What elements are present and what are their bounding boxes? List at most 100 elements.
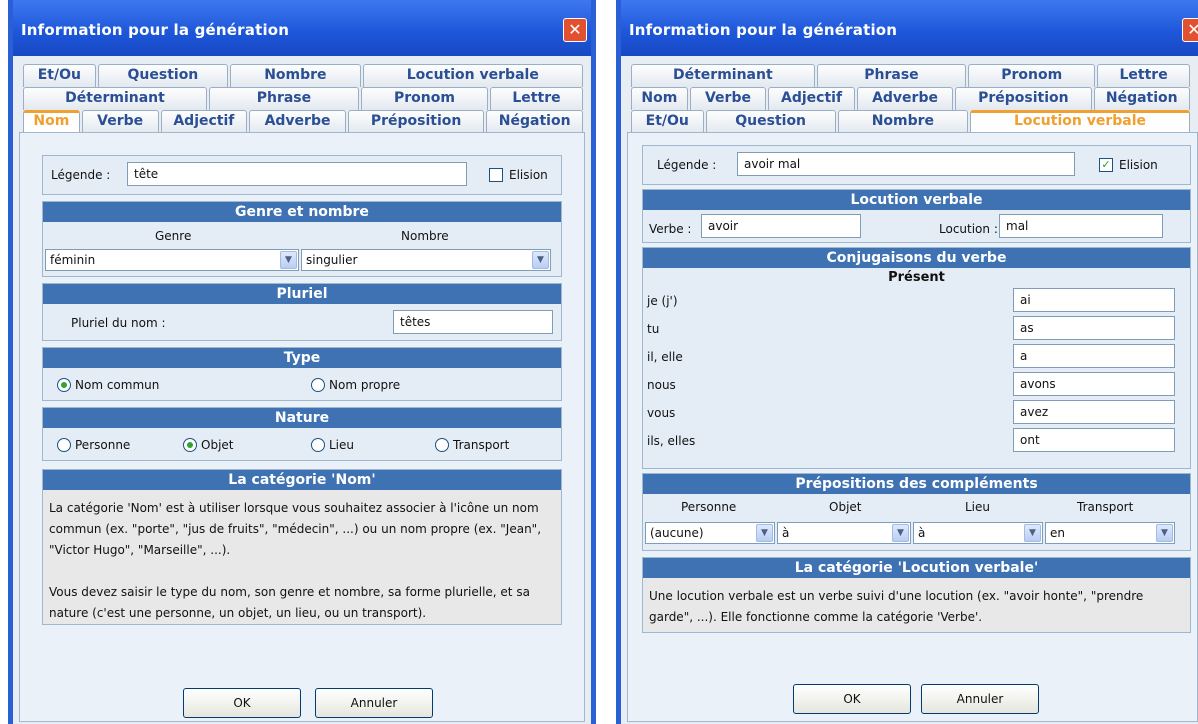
chevron-down-icon[interactable]: ▼ [280,251,297,269]
tab-verbe[interactable]: Verbe [81,110,159,133]
elision-checkbox[interactable] [489,168,503,182]
verbe-label: Verbe : [649,222,692,236]
tab-preposition[interactable]: Préposition [955,87,1092,110]
tab-locution-verbale[interactable]: Locution verbale [362,64,583,87]
description-paragraph-2: Vous devez saisir le type du nom, son ge… [49,585,530,620]
tab-et-ou[interactable]: Et/Ou [631,110,704,133]
conjugation-input[interactable]: as [1013,316,1175,340]
tab-et-ou[interactable]: Et/Ou [23,64,96,87]
legende-input[interactable]: tête [127,162,467,186]
tab-adjectif[interactable]: Adjectif [768,87,855,110]
tab-panel: Légende : tête Elision Genre et nombre G… [19,132,585,722]
dialog-title: Information pour la génération [21,21,290,39]
legende-box: Légende : avoir mal ✓ Elision [642,145,1191,185]
tab-verbe[interactable]: Verbe [689,87,767,110]
chevron-down-icon[interactable]: ▼ [1024,524,1041,542]
title-bar[interactable]: Information pour la génération ✕ [621,0,1198,56]
personne-radio[interactable] [57,438,71,452]
chevron-down-icon[interactable]: ▼ [532,251,549,269]
elision-label: Elision [509,168,548,182]
tab-nombre[interactable]: Nombre [230,64,361,87]
conjugation-input[interactable]: avez [1013,400,1175,424]
tab-phrase[interactable]: Phrase [816,64,967,87]
conjugation-input[interactable]: ont [1013,428,1175,452]
chevron-down-icon[interactable]: ▼ [1156,524,1173,542]
nom-propre-radio[interactable] [311,378,325,392]
nom-commun-radio[interactable] [57,378,71,392]
conjugaisons-header: Conjugaisons du verbe [643,248,1190,268]
category-box: La catégorie 'Locution verbale' Une locu… [642,557,1191,633]
tab-determinant[interactable]: Déterminant [23,87,207,110]
legende-input[interactable]: avoir mal [737,152,1075,176]
tab-question[interactable]: Question [705,110,836,133]
pluriel-input[interactable]: têtes [393,310,553,334]
tab-negation[interactable]: Négation [486,110,583,133]
tab-question[interactable]: Question [97,64,229,87]
prep-personne-select[interactable]: (aucune) ▼ [645,522,775,544]
tab-nom[interactable]: Nom [23,110,80,133]
tab-phrase[interactable]: Phrase [209,87,359,110]
category-description: Une locution verbale est un verbe suivi … [643,578,1190,632]
tab-adjectif[interactable]: Adjectif [160,110,248,133]
cancel-button[interactable]: Annuler [921,684,1039,714]
transport-label: Transport [453,438,510,452]
ok-button[interactable]: OK [793,684,911,714]
chevron-down-icon[interactable]: ▼ [756,524,773,542]
dialog-nom: Information pour la génération ✕ Et/Ou Q… [8,0,596,724]
nombre-select[interactable]: singulier ▼ [301,249,551,271]
prep-transport-label: Transport [1077,500,1134,514]
ok-button[interactable]: OK [183,688,301,718]
conjugation-input[interactable]: a [1013,344,1175,368]
transport-radio[interactable] [435,438,449,452]
tab-strip: Et/Ou Question Nombre Locution verbale D… [23,64,585,134]
pronoun-label: ils, elles [647,434,696,448]
tab-nom[interactable]: Nom [631,87,688,110]
type-box: Type Nom commun Nom propre [42,347,562,401]
tab-determinant[interactable]: Déterminant [631,64,815,87]
prep-objet-value: à [782,526,790,540]
tab-locution-verbale[interactable]: Locution verbale [970,110,1190,133]
nombre-value: singulier [306,253,358,267]
dialog-client: Et/Ou Question Nombre Locution verbale D… [13,56,591,724]
prep-lieu-select[interactable]: à ▼ [913,522,1043,544]
title-bar[interactable]: Information pour la génération ✕ [13,0,591,56]
lieu-radio[interactable] [311,438,325,452]
prep-objet-select[interactable]: à ▼ [777,522,911,544]
tab-nombre[interactable]: Nombre [837,110,968,133]
elision-checkbox[interactable]: ✓ [1099,158,1113,172]
legende-box: Légende : tête Elision [42,155,562,195]
objet-radio[interactable] [183,438,197,452]
genre-select[interactable]: féminin ▼ [45,249,299,271]
category-header: La catégorie 'Nom' [43,470,561,490]
pronoun-label: vous [647,406,676,420]
tab-lettre[interactable]: Lettre [1097,64,1190,87]
tab-pronom[interactable]: Pronom [360,87,488,110]
verbe-input[interactable]: avoir [701,214,861,238]
prep-transport-select[interactable]: en ▼ [1045,522,1175,544]
conjugation-input[interactable]: ai [1013,288,1175,312]
tab-adverbe[interactable]: Adverbe [249,110,346,133]
tab-lettre[interactable]: Lettre [490,87,583,110]
close-icon[interactable]: ✕ [1182,18,1198,42]
locution-input[interactable]: mal [999,214,1163,238]
tab-negation[interactable]: Négation [1093,87,1190,110]
pronoun-label: je (j') [647,294,678,308]
cancel-button[interactable]: Annuler [315,688,433,718]
tense-label: Présent [888,270,945,285]
pronoun-label: tu [647,322,660,336]
dialog-title: Information pour la génération [629,21,898,39]
tab-preposition[interactable]: Préposition [347,110,485,133]
tab-pronom[interactable]: Pronom [968,64,1096,87]
dialog-locution-verbale: Information pour la génération ✕ Détermi… [616,0,1198,724]
nature-box: Nature Personne Objet Lieu Transport [42,407,562,461]
nature-header: Nature [43,408,561,428]
chevron-down-icon[interactable]: ▼ [892,524,909,542]
conjugation-input[interactable]: avons [1013,372,1175,396]
pronoun-label: il, elle [647,350,683,364]
tab-adverbe[interactable]: Adverbe [856,87,954,110]
pluriel-box: Pluriel Pluriel du nom : têtes [42,283,562,341]
prep-personne-value: (aucune) [650,526,704,540]
lieu-label: Lieu [329,438,355,452]
close-icon[interactable]: ✕ [563,18,587,42]
genre-label: Genre [155,229,192,243]
